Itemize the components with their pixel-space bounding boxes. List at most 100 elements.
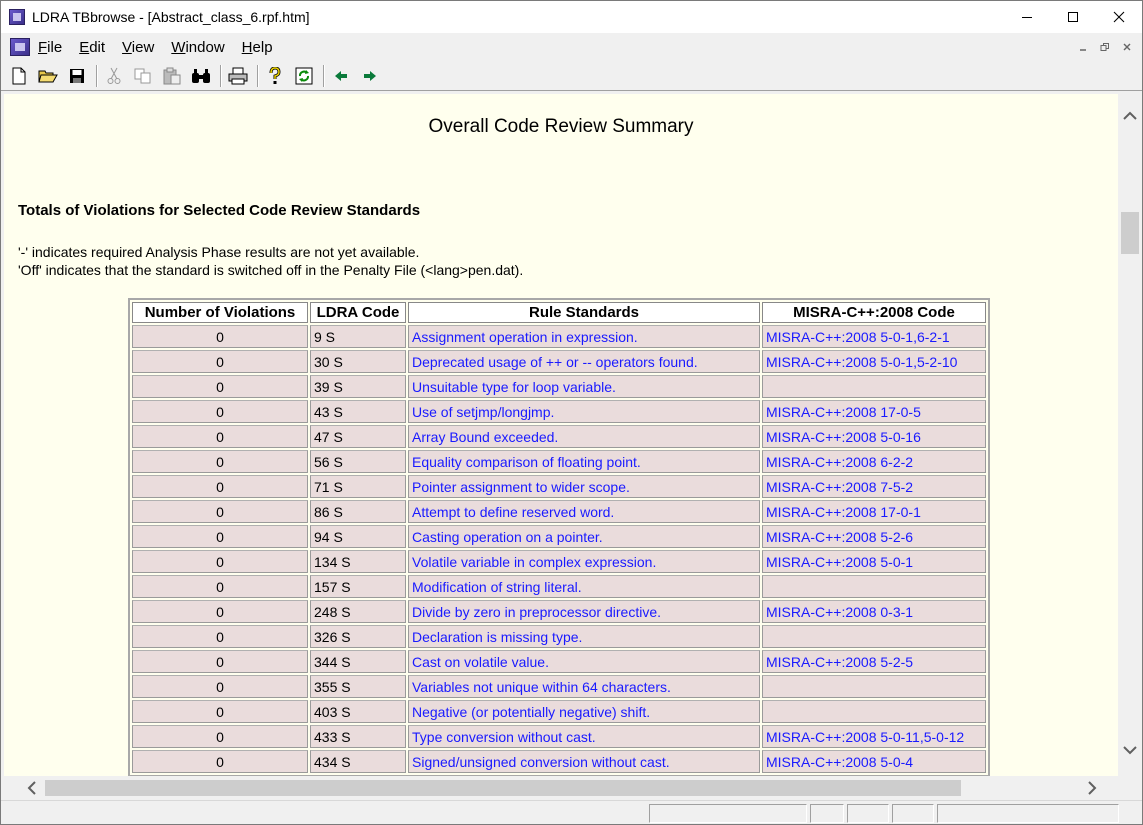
menu-label: indow: [185, 38, 225, 56]
menu-hotkey: W: [171, 38, 186, 56]
toolbar-separator: [96, 64, 98, 87]
rule-standard-link[interactable]: Equality comparison of floating point.: [408, 450, 760, 473]
ldra-code-cell: 403 S: [310, 700, 406, 723]
rule-standard-link[interactable]: Modification of string literal.: [408, 575, 760, 598]
misra-code-link[interactable]: MISRA-C++:2008 6-2-2: [762, 450, 986, 473]
vertical-scroll-thumb[interactable]: [1121, 212, 1139, 254]
misra-code-link[interactable]: [762, 675, 986, 698]
minimize-icon: [1022, 17, 1032, 18]
close-button[interactable]: [1096, 1, 1142, 33]
table-row: 0 344 S Cast on volatile value. MISRA-C++:2…: [132, 650, 986, 673]
scroll-up-button[interactable]: [1118, 104, 1142, 128]
new-button[interactable]: [7, 65, 31, 87]
section-title: Totals of Violations for Selected Code R…: [18, 202, 421, 219]
page-title: Overall Code Review Summary: [428, 116, 694, 137]
ldra-code-cell: 344 S: [310, 650, 406, 673]
help-button[interactable]: [263, 65, 287, 87]
misra-code-link[interactable]: [762, 700, 986, 723]
misra-code-link[interactable]: MISRA-C++:2008 7-5-2: [762, 475, 986, 498]
ldra-app-icon[interactable]: [9, 9, 25, 25]
misra-code-link[interactable]: [762, 575, 986, 598]
violations-cell: 0: [132, 625, 308, 648]
open-button[interactable]: [36, 65, 60, 87]
forward-button[interactable]: [358, 65, 382, 87]
horizontal-scroll-thumb[interactable]: [45, 780, 961, 796]
scrollbar-corner: [1118, 776, 1142, 800]
scroll-right-button[interactable]: [1080, 776, 1104, 800]
save-button[interactable]: [65, 65, 89, 87]
rule-standard-link[interactable]: Array Bound exceeded.: [408, 425, 760, 448]
scroll-left-button[interactable]: [20, 776, 44, 800]
misra-code-link[interactable]: MISRA-C++:2008 5-2-6: [762, 525, 986, 548]
paste-button[interactable]: [160, 65, 184, 87]
misra-code-link[interactable]: MISRA-C++:2008 5-2-5: [762, 650, 986, 673]
menu-label: elp: [252, 38, 273, 56]
horizontal-scrollbar[interactable]: [4, 776, 1118, 800]
misra-code-link[interactable]: MISRA-C++:2008 5-0-1,6-2-1: [762, 325, 986, 348]
rule-standard-link[interactable]: Signed/unsigned conversion without cast.: [408, 750, 760, 773]
minimize-button[interactable]: [1004, 1, 1050, 33]
column-header-rule-standards: Rule Standards: [408, 302, 760, 323]
rule-standard-link[interactable]: Negative (or potentially negative) shift…: [408, 700, 760, 723]
rule-standard-link[interactable]: Declaration is missing type.: [408, 625, 760, 648]
cut-button[interactable]: [102, 65, 126, 87]
refresh-button[interactable]: [292, 65, 316, 87]
violations-cell: 0: [132, 450, 308, 473]
misra-code-link[interactable]: MISRA-C++:2008 5-0-1: [762, 550, 986, 573]
rule-standard-link[interactable]: Attempt to define reserved word.: [408, 500, 760, 523]
maximize-button[interactable]: [1050, 1, 1096, 33]
misra-code-link[interactable]: [762, 625, 986, 648]
menu-edit[interactable]: Edit: [79, 39, 114, 56]
rule-standard-link[interactable]: Unsuitable type for loop variable.: [408, 375, 760, 398]
back-button[interactable]: [329, 65, 353, 87]
menu-window[interactable]: Window: [171, 39, 233, 56]
chevron-down-icon: [1123, 746, 1137, 755]
misra-code-link[interactable]: MISRA-C++:2008 17-0-5: [762, 400, 986, 423]
rule-standard-link[interactable]: Cast on volatile value.: [408, 650, 760, 673]
rule-standard-link[interactable]: Divide by zero in preprocessor directive…: [408, 600, 760, 623]
misra-code-link[interactable]: MISRA-C++:2008 5-0-4: [762, 750, 986, 773]
mdi-restore-button[interactable]: [1096, 39, 1114, 55]
ldra-code-cell: 71 S: [310, 475, 406, 498]
table-row: 0 94 S Casting operation on a pointer. MISR…: [132, 525, 986, 548]
close-icon: [1113, 11, 1125, 23]
open-icon: [38, 70, 58, 82]
violations-cell: 0: [132, 750, 308, 773]
table-row: 0 47 S Array Bound exceeded. MISRA-C++:2008…: [132, 425, 986, 448]
misra-code-link[interactable]: MISRA-C++:2008 17-0-1: [762, 500, 986, 523]
misra-code-link[interactable]: MISRA-C++:2008 0-3-1: [762, 600, 986, 623]
mdi-minimize-button[interactable]: [1074, 39, 1092, 55]
rule-standard-link[interactable]: Use of setjmp/longjmp.: [408, 400, 760, 423]
forward-icon: [364, 70, 376, 81]
document-icon[interactable]: [10, 38, 30, 56]
rule-standard-link[interactable]: Deprecated usage of ++ or -- operators f…: [408, 350, 760, 373]
menu-file[interactable]: File: [38, 39, 71, 56]
violations-cell: 0: [132, 600, 308, 623]
copy-button[interactable]: [131, 65, 155, 87]
rule-standard-link[interactable]: Pointer assignment to wider scope.: [408, 475, 760, 498]
rule-standard-link[interactable]: Variables not unique within 64 character…: [408, 675, 760, 698]
mdi-minimize-icon: [1080, 49, 1086, 51]
mdi-close-icon: [1123, 43, 1131, 51]
menu-view[interactable]: View: [122, 39, 163, 56]
ldra-code-cell: 157 S: [310, 575, 406, 598]
scroll-down-button[interactable]: [1118, 738, 1142, 762]
rule-standard-link[interactable]: Type conversion without cast.: [408, 725, 760, 748]
print-button[interactable]: [226, 65, 250, 87]
status-pane: [649, 804, 807, 823]
violations-cell: 0: [132, 375, 308, 398]
misra-code-link[interactable]: MISRA-C++:2008 5-0-1,5-2-10: [762, 350, 986, 373]
menu-help[interactable]: Help: [242, 39, 282, 56]
misra-code-link[interactable]: [762, 375, 986, 398]
rule-standard-link[interactable]: Assignment operation in expression.: [408, 325, 760, 348]
status-pane: [892, 804, 934, 823]
table-row: 0 326 S Declaration is missing type.: [132, 625, 986, 648]
find-button[interactable]: [189, 65, 213, 87]
misra-code-link[interactable]: MISRA-C++:2008 5-0-11,5-0-12: [762, 725, 986, 748]
vertical-scrollbar[interactable]: [1118, 94, 1142, 776]
violations-cell: 0: [132, 350, 308, 373]
misra-code-link[interactable]: MISRA-C++:2008 5-0-16: [762, 425, 986, 448]
rule-standard-link[interactable]: Casting operation on a pointer.: [408, 525, 760, 548]
mdi-close-button[interactable]: [1118, 39, 1136, 55]
rule-standard-link[interactable]: Volatile variable in complex expression.: [408, 550, 760, 573]
